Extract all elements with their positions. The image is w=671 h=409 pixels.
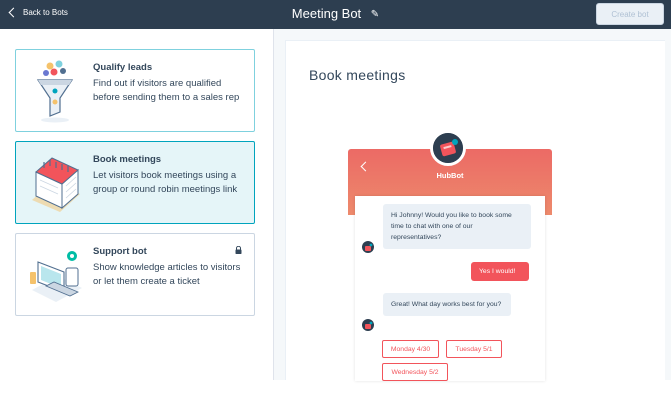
meeting-option-button[interactable]: Wednesday 5/2 xyxy=(382,363,448,381)
bot-template-list: Qualify leads Find out if visitors are q… xyxy=(0,29,274,380)
template-card-book-meetings[interactable]: Book meetings Let visitors book meetings… xyxy=(15,141,255,224)
lock-icon xyxy=(235,246,242,254)
funnel-illustration-icon xyxy=(36,60,74,123)
chat-widget-preview: HubBot Hi Johnny! Would you like to book… xyxy=(348,130,552,381)
bot-message-bubble: Hi Johnny! Would you like to book some t… xyxy=(383,204,531,249)
bot-mini-avatar xyxy=(362,241,374,253)
create-bot-button[interactable]: Create bot xyxy=(596,3,664,25)
preview-panel: Book meetings HubBot Hi Johnny! Would yo… xyxy=(285,40,665,381)
template-card-qualify-leads[interactable]: Qualify leads Find out if visitors are q… xyxy=(15,49,255,132)
card-title: Qualify leads xyxy=(93,62,153,73)
template-card-support-bot[interactable]: Support bot Show knowledge articles to v… xyxy=(15,233,255,316)
meeting-option-button[interactable]: Tuesday 5/1 xyxy=(446,340,502,358)
create-bot-label: Create bot xyxy=(611,9,649,19)
meeting-option-button[interactable]: Monday 4/30 xyxy=(382,340,439,358)
devices-illustration-icon xyxy=(30,251,82,302)
pencil-icon[interactable]: ✎ xyxy=(371,9,379,20)
chevron-left-icon[interactable] xyxy=(360,161,371,172)
top-navigation-bar: Back to Bots Meeting Bot ✎ Create bot xyxy=(0,0,671,29)
card-title: Support bot xyxy=(93,246,147,257)
card-title: Book meetings xyxy=(93,154,162,165)
bot-name: HubBot xyxy=(436,171,464,180)
bot-avatar-icon xyxy=(433,133,463,163)
bot-avatar xyxy=(430,130,466,166)
card-description: Let visitors book meetings using a group… xyxy=(93,170,238,195)
card-description: Show knowledge articles to visitors or l… xyxy=(93,262,241,287)
calendar-illustration-icon xyxy=(32,157,80,212)
card-description: Find out if visitors are qualified befor… xyxy=(93,78,240,103)
user-message-bubble: Yes I would! xyxy=(471,262,529,281)
bot-mini-avatar xyxy=(362,319,374,331)
bot-avatar-icon xyxy=(365,243,373,251)
bot-avatar-icon xyxy=(365,321,373,329)
page-title-area: Meeting Bot ✎ xyxy=(0,6,671,21)
preview-title: Book meetings xyxy=(309,67,406,83)
page-title: Meeting Bot xyxy=(291,6,362,21)
chat-conversation: Hi Johnny! Would you like to book some t… xyxy=(355,196,545,381)
preview-pane: Book meetings HubBot Hi Johnny! Would yo… xyxy=(274,29,671,381)
bot-message-bubble: Great! What day works best for you? xyxy=(383,293,511,316)
